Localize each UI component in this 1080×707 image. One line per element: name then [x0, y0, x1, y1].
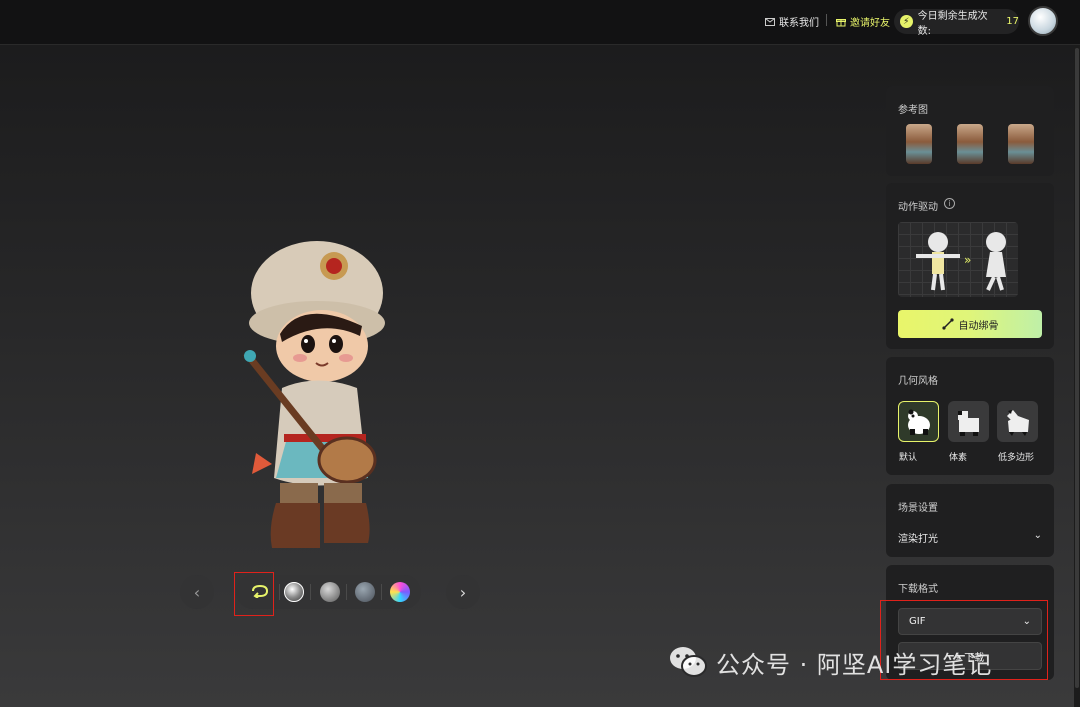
svg-text:»: »: [964, 253, 971, 267]
previous-button[interactable]: ‹: [180, 575, 214, 609]
chevron-left-icon: ‹: [193, 582, 201, 602]
toolbar-divider: [381, 584, 382, 600]
toolbar-divider: [346, 584, 347, 600]
scrollbar-thumb[interactable]: [1075, 48, 1079, 688]
panda-icon: [1006, 409, 1029, 436]
gift-icon: [836, 18, 846, 26]
scene-title: 场景设置: [898, 503, 938, 514]
credits-count: 17: [1006, 16, 1019, 27]
reference-image-1[interactable]: [906, 124, 932, 164]
next-button[interactable]: ›: [446, 575, 480, 609]
material-texture-button[interactable]: [355, 582, 375, 602]
contact-link[interactable]: 联系我们: [765, 14, 819, 29]
watermark: 公众号 · 阿坚AI学习笔记: [668, 645, 992, 679]
reference-title: 参考图: [898, 105, 928, 116]
motion-title: 动作驱动: [898, 202, 938, 213]
credits-label: 今日剩余生成次数:: [917, 10, 988, 37]
info-icon[interactable]: i: [944, 198, 955, 209]
motion-preview-image[interactable]: »: [898, 222, 1018, 297]
reference-image-3[interactable]: [1008, 124, 1034, 164]
mail-icon: [765, 17, 775, 26]
watermark-text: 公众号 · 阿坚AI学习笔记: [716, 650, 993, 679]
auto-rig-button[interactable]: 自动绑骨: [898, 310, 1042, 338]
auto-rig-label: 自动绑骨: [958, 320, 999, 332]
bone-icon: [941, 318, 954, 330]
credits-badge: ⚡ 今日剩余生成次数: 17: [894, 9, 1019, 37]
reference-image-2[interactable]: [957, 124, 983, 164]
chevron-down-icon: ⌄: [1033, 530, 1042, 541]
invite-label: 邀请好友: [850, 18, 890, 29]
lighting-dropdown[interactable]: 渲染打光 ⌄: [898, 530, 1042, 545]
lighting-label: 渲染打光: [898, 534, 938, 545]
bolt-icon: ⚡: [900, 15, 913, 28]
material-rainbow-button[interactable]: [390, 582, 410, 602]
style-voxel-option[interactable]: [948, 401, 989, 442]
invite-link[interactable]: 邀请好友: [836, 14, 890, 29]
character-preview[interactable]: [232, 238, 402, 553]
panda-icon: [907, 409, 930, 435]
style-voxel-label: 体素: [949, 453, 968, 463]
user-avatar[interactable]: [1028, 6, 1058, 36]
top-bar: 联系我们 邀请好友 ⚡ 今日剩余生成次数: 17: [0, 0, 1080, 45]
download-title: 下载格式: [898, 584, 938, 595]
scene-card: 场景设置: [886, 484, 1054, 557]
geometry-title: 几何风格: [898, 376, 938, 387]
toolbar-divider: [310, 584, 311, 600]
contact-label: 联系我们: [779, 18, 819, 29]
highlight-box-rotate: [234, 572, 274, 616]
style-default-option[interactable]: [898, 401, 939, 442]
toolbar-divider: [279, 584, 280, 600]
style-lowpoly-label: 低多边形: [998, 453, 1035, 463]
material-gray-button[interactable]: [320, 582, 340, 602]
material-clay-button[interactable]: [284, 582, 304, 602]
style-default-label: 默认: [899, 453, 918, 463]
chevron-right-icon: ›: [459, 582, 467, 602]
wechat-logo-icon: [670, 647, 707, 677]
header-divider: [826, 14, 827, 26]
style-lowpoly-option[interactable]: [997, 401, 1038, 442]
panda-icon: [957, 410, 979, 436]
